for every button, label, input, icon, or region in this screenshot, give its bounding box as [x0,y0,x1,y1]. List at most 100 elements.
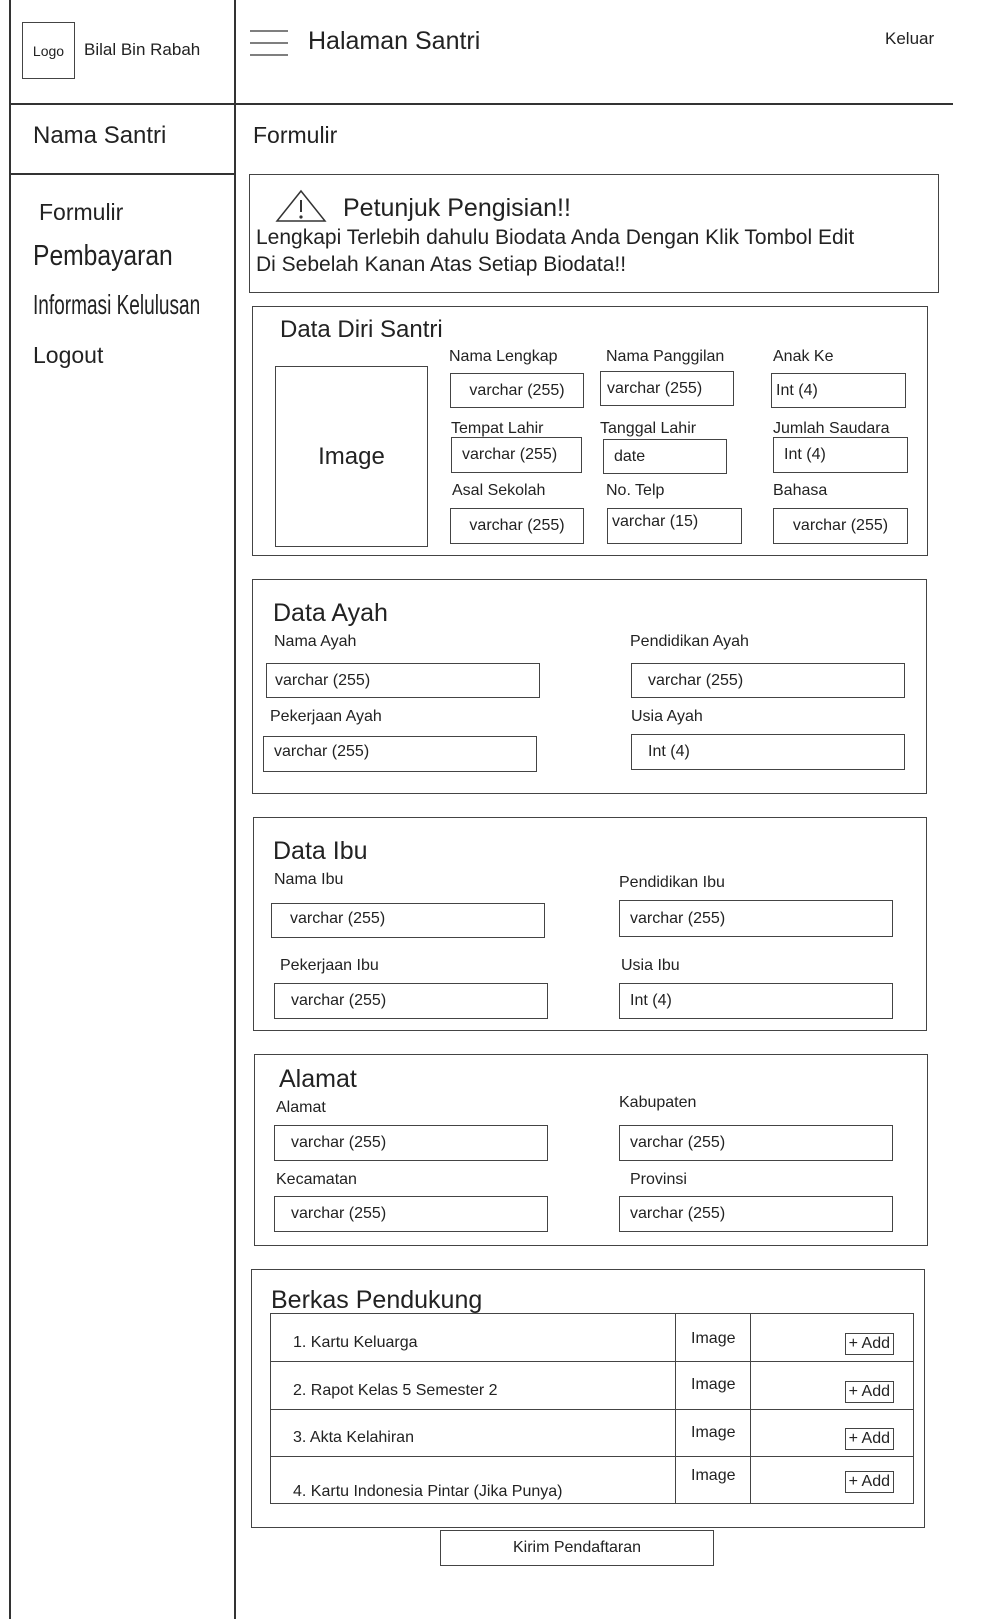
tempat-lahir-field[interactable]: varchar (255) [451,437,582,473]
berkas-name-text: 1. Kartu Keluarga [293,1333,418,1351]
nama-ibu-field[interactable]: varchar (255) [271,903,545,938]
bahasa-field[interactable]: varchar (255) [773,508,908,544]
pekerjaan-ayah-field[interactable]: varchar (255) [263,736,537,772]
usia-ayah-label: Usia Ayah [631,708,703,725]
nama-ibu-label: Nama Ibu [274,871,344,888]
no-telp-field[interactable]: varchar (15) [607,508,742,544]
alamat-field[interactable]: varchar (255) [274,1125,548,1161]
asal-sekolah-label: Asal Sekolah [452,482,546,499]
berkas-name: 2. Rapot Kelas 5 Semester 2 [269,1361,677,1410]
hamburger-menu-icon[interactable] [248,28,290,58]
main-title: Formulir [253,122,338,148]
add-button[interactable]: + Add [844,1428,894,1450]
usia-ayah-field[interactable]: Int (4) [631,734,905,770]
berkas-type-text: Image [691,1376,736,1393]
table-row: 1. Kartu Keluarga Image + Add [269,1313,914,1362]
berkas-type-text: Image [691,1424,736,1441]
berkas-action-cell: + Add [750,1456,914,1504]
pekerjaan-ibu-field[interactable]: varchar (255) [274,983,548,1019]
user-name: Nama Santri [33,122,167,149]
notice-box: Petunjuk Pengisian!! Lengkapi Terlebih d… [249,174,939,293]
notice-line-1: Lengkapi Terlebih dahulu Biodata Anda De… [256,226,855,249]
berkas-name: 1. Kartu Keluarga [269,1313,677,1362]
provinsi-field[interactable]: varchar (255) [619,1196,893,1232]
sidebar-divider [234,0,236,1619]
table-row: 4. Kartu Indonesia Pintar (Jika Punya) I… [269,1456,914,1504]
add-button[interactable]: + Add [844,1471,894,1493]
jumlah-saudara-field[interactable]: Int (4) [773,437,908,473]
pendidikan-ayah-field[interactable]: varchar (255) [631,663,905,698]
sidebar-item-logout[interactable]: Logout [33,342,103,369]
berkas-action-cell: + Add [750,1313,914,1362]
nama-ayah-label: Nama Ayah [274,633,357,650]
pendidikan-ibu-label: Pendidikan Ibu [619,874,725,891]
jumlah-saudara-label: Jumlah Saudara [773,420,890,437]
nama-lengkap-field[interactable]: varchar (255) [450,373,584,408]
pendidikan-ayah-label: Pendidikan Ayah [630,633,749,650]
sidebar-item-informasi-kelulusan[interactable]: Informasi Kelulusan [33,289,200,321]
data-ayah-title: Data Ayah [273,599,388,627]
add-button[interactable]: + Add [844,1380,894,1403]
asal-sekolah-field[interactable]: varchar (255) [450,508,584,544]
pekerjaan-ibu-label: Pekerjaan Ibu [280,957,379,974]
berkas-name-text: 2. Rapot Kelas 5 Semester 2 [293,1381,498,1399]
page-title: Halaman Santri [308,27,481,55]
submit-button[interactable]: Kirim Pendaftaran [440,1530,714,1566]
berkas-name-text: 3. Akta Kelahiran [293,1429,414,1446]
notice-heading: Petunjuk Pengisian!! [343,194,571,222]
left-border [9,0,11,1619]
submit-button-label: Kirim Pendaftaran [512,1539,642,1556]
nama-panggilan-label: Nama Panggilan [606,348,725,365]
pekerjaan-ayah-label: Pekerjaan Ayah [270,708,382,725]
berkas-title: Berkas Pendukung [271,1286,483,1314]
berkas-name-text: 4. Kartu Indonesia Pintar (Jika Punya) [293,1483,563,1500]
sidebar-item-pembayaran[interactable]: Pembayaran [33,240,173,273]
table-row: 3. Akta Kelahiran Image + Add [269,1409,914,1457]
photo-placeholder[interactable]: Image [275,366,428,547]
logo-text: Logo [32,42,65,59]
bahasa-label: Bahasa [773,482,828,499]
provinsi-label: Provinsi [630,1171,687,1188]
photo-placeholder-label: Image [318,442,385,470]
logo: Logo [22,22,75,79]
tempat-lahir-label: Tempat Lahir [451,420,544,437]
berkas-name: 4. Kartu Indonesia Pintar (Jika Punya) [269,1456,677,1504]
sidebar-item-formulir[interactable]: Formulir [39,199,123,226]
add-button[interactable]: + Add [844,1332,894,1355]
kabupaten-field[interactable]: varchar (255) [619,1125,893,1161]
nama-ayah-field[interactable]: varchar (255) [266,663,540,698]
berkas-type: Image [675,1456,752,1504]
sidebar-name-divider [9,173,235,175]
usia-ibu-field[interactable]: Int (4) [619,983,893,1019]
header-divider-right [235,103,953,105]
berkas-type: Image [675,1313,752,1362]
anak-ke-field[interactable]: Int (4) [771,373,906,408]
berkas-type: Image [675,1409,752,1457]
alamat-title: Alamat [279,1065,357,1093]
no-telp-label: No. Telp [606,482,665,499]
data-diri-title: Data Diri Santri [280,316,443,343]
berkas-type-text: Image [691,1330,736,1347]
tanggal-lahir-label: Tanggal Lahir [600,420,697,437]
berkas-action-cell: + Add [750,1409,914,1457]
berkas-table: 1. Kartu Keluarga Image + Add 2. Rapot K… [269,1313,914,1504]
table-row: 2. Rapot Kelas 5 Semester 2 Image + Add [269,1361,914,1410]
data-ibu-title: Data Ibu [273,837,368,865]
nama-lengkap-label: Nama Lengkap [449,348,558,365]
berkas-type-text: Image [691,1467,736,1484]
header-divider-left [9,103,235,105]
nama-panggilan-field[interactable]: varchar (255) [600,371,734,406]
kecamatan-field[interactable]: varchar (255) [274,1196,548,1232]
usia-ibu-label: Usia Ibu [621,957,680,974]
berkas-action-cell: + Add [750,1361,914,1410]
brand-name: Bilal Bin Rabah [84,40,201,59]
logout-link[interactable]: Keluar [885,29,934,49]
pendidikan-ibu-field[interactable]: varchar (255) [619,900,893,937]
notice-line-2: Di Sebelah Kanan Atas Setiap Biodata!! [256,253,627,276]
kabupaten-label: Kabupaten [619,1094,697,1111]
warning-triangle-icon [275,189,327,223]
alamat-label: Alamat [276,1099,326,1116]
kecamatan-label: Kecamatan [276,1171,357,1188]
anak-ke-label: Anak Ke [773,348,834,365]
tanggal-lahir-field[interactable]: date [603,439,727,474]
